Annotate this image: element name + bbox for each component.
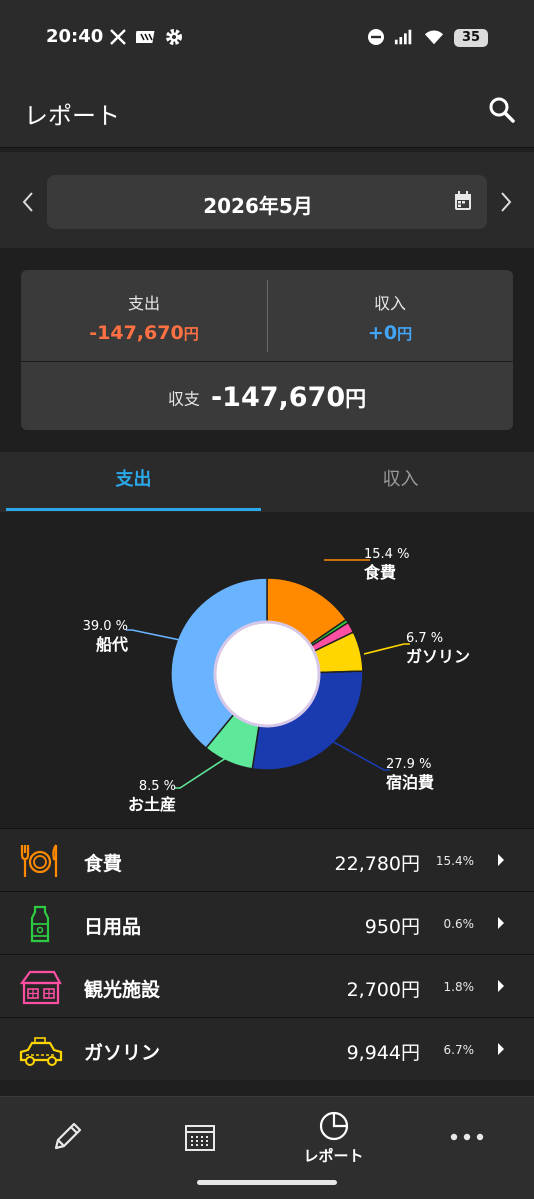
app-bar: レポート [0, 72, 534, 148]
pencil-icon [54, 1122, 81, 1150]
nav-report-label: レポート [303, 1146, 364, 1165]
tab-income[interactable]: 収入 [267, 452, 534, 512]
month-picker[interactable]: 2026年5月 [47, 175, 487, 229]
category-amount: 22,780円 [334, 853, 420, 875]
calendar-grid-icon [184, 1125, 215, 1151]
list-item[interactable]: 食費 22,780円 15.4% [0, 828, 534, 891]
income-label: 収入 [373, 294, 406, 313]
caret-right-icon [498, 854, 504, 866]
prev-month-button[interactable] [18, 186, 38, 218]
slice-percent-label: 27.9 % [386, 757, 431, 772]
slice-name-label: 宿泊費 [386, 773, 434, 792]
dnd-icon [366, 27, 386, 47]
category-percent: 0.6% [443, 917, 475, 931]
expense-chart-area: 15.4 % 食費 6.7 % ガソリン 27.9 % 宿泊費 8.5 % お土産 39.0 %… [0, 512, 534, 828]
slice-leader-line [126, 629, 181, 641]
nav-more[interactable] [400, 1097, 533, 1177]
slice-name-label: 食費 [363, 563, 396, 582]
status-bar: 20:40 35 [0, 0, 534, 72]
slice-percent-label: 15.4 % [364, 547, 409, 562]
nav-report[interactable]: レポート [267, 1097, 400, 1177]
nav-calendar[interactable] [133, 1097, 266, 1177]
balance-label: 収支 [167, 389, 200, 409]
category-percent: 6.7% [443, 1043, 475, 1057]
house-icon [19, 970, 62, 1005]
category-percent: 15.4% [435, 854, 474, 868]
expense-label: 支出 [127, 294, 160, 313]
summary-divider-horizontal [21, 361, 513, 362]
slice-name-label: ガソリン [406, 647, 470, 666]
bottle-icon [30, 905, 50, 943]
category-amount: 2,700円 [346, 979, 420, 1001]
chevron-left-icon [22, 192, 33, 212]
balance-total: -147,670円 [210, 382, 367, 413]
income-summary: 収入 +0円 [267, 290, 513, 344]
slice-leader-line [174, 757, 227, 789]
news-app-icon [136, 27, 156, 47]
x-app-icon [108, 27, 128, 47]
category-amount: 950円 [364, 916, 420, 938]
status-time: 20:40 [46, 26, 104, 47]
search-icon [489, 97, 515, 123]
next-month-button[interactable] [496, 186, 516, 218]
slice-leader-line [363, 643, 410, 655]
slice-percent-label: 6.7 % [406, 631, 443, 646]
list-item[interactable]: 観光施設 2,700円 1.8% [0, 954, 534, 1017]
caret-right-icon [498, 917, 504, 929]
expense-total: -147,670円 [89, 322, 199, 344]
search-button[interactable] [486, 94, 518, 126]
wifi-icon [424, 27, 444, 47]
income-total: +0円 [367, 322, 413, 344]
signal-icon [394, 27, 414, 47]
category-amount: 9,944円 [346, 1042, 420, 1064]
utensils-icon [20, 844, 58, 877]
donut-center [213, 620, 321, 728]
page-title: レポート [24, 102, 120, 130]
tab-bar: 支出 収入 [0, 452, 534, 512]
pie-chart-icon [319, 1111, 348, 1140]
slice-leader-line [329, 739, 390, 771]
calendar-icon [455, 191, 471, 210]
slice-percent-label: 8.5 % [139, 779, 176, 794]
caret-right-icon [498, 980, 504, 992]
balance-summary: 収支 -147,670円 [21, 382, 513, 413]
car-icon [19, 1037, 63, 1066]
expense-donut-chart: 15.4 %食費 6.7 %ガソリン 27.9 %宿泊費 8.5 %お土産 39.0 %… [83, 547, 470, 814]
category-list: 食費 22,780円 15.4% 日用品 950円 0.6% 観光施設 2,70… [0, 828, 534, 1080]
category-name: 観光施設 [84, 979, 161, 1001]
slice-percent-label: 39.0 % [83, 619, 128, 634]
nav-input[interactable] [0, 1097, 133, 1177]
slice-name-label: お土産 [128, 795, 176, 814]
more-icon [450, 1133, 483, 1141]
home-indicator [197, 1180, 337, 1185]
battery-indicator: 35 [454, 29, 488, 47]
list-item[interactable]: 日用品 950円 0.6% [0, 891, 534, 954]
category-percent: 1.8% [443, 980, 475, 994]
summary-card: 支出 -147,670円 収入 +0円 収支 -147,670円 [21, 270, 513, 430]
category-name: 食費 [84, 853, 123, 875]
list-item[interactable]: ガソリン 9,944円 6.7% [0, 1017, 534, 1080]
chevron-right-icon [501, 192, 512, 212]
caret-right-icon [498, 1043, 504, 1055]
tab-indicator [6, 508, 261, 511]
slice-name-label: 船代 [96, 635, 128, 654]
category-name: ガソリン [84, 1042, 161, 1064]
category-name: 日用品 [84, 916, 142, 938]
expense-summary: 支出 -147,670円 [21, 290, 267, 344]
month-label: 2026年5月 [203, 194, 313, 218]
tab-expense[interactable]: 支出 [0, 452, 267, 512]
gear-icon [164, 27, 184, 47]
